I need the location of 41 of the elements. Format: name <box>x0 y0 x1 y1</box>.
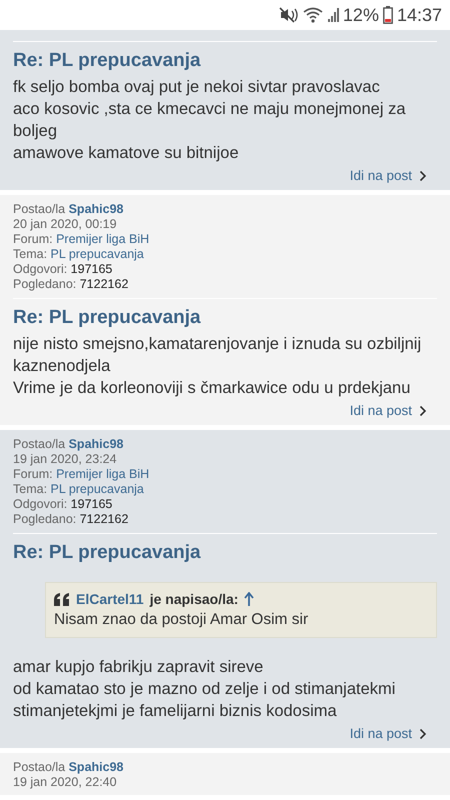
go-to-post-link[interactable]: Idi na post <box>350 168 412 183</box>
post-text: nije nisto smejsno,kamatarenjovanje i iznuda su ozbiljnij kaznenodjela <box>13 334 422 377</box>
forum-line: Forum: Premijer liga BiH <box>13 467 150 482</box>
quote-icon <box>54 592 70 606</box>
signal-icon <box>326 7 339 23</box>
post-title[interactable]: Re: PL prepucavanja <box>13 542 201 564</box>
wifi-icon <box>302 7 323 23</box>
replies-line: Odgovori: 197165 <box>13 497 114 512</box>
quote-text: Nisam znao da postoji Amar Osim sir <box>54 611 310 629</box>
up-arrow-icon[interactable] <box>244 592 254 606</box>
replies-line: Odgovori: 197165 <box>13 262 114 277</box>
author-line: Postao/la Spahic98 <box>13 202 124 217</box>
go-to-post-link[interactable]: Idi na post <box>350 726 412 741</box>
post-text: Vrime je da korleonoviji s čmarkawice odu u prdekjanu <box>13 378 410 399</box>
chevron-right-icon[interactable] <box>419 170 427 182</box>
post-title[interactable]: Re: PL prepucavanja <box>13 307 201 329</box>
battery-icon <box>382 6 393 24</box>
post-date: 19 jan 2020, 22:40 <box>13 775 118 790</box>
mute-icon <box>278 7 299 23</box>
quote-wrote: je napisao/la: <box>150 591 238 607</box>
clock: 14:37 <box>396 4 442 26</box>
author-line: Postao/la Spahic98 <box>13 760 124 775</box>
views-line: Pogledano: 7122162 <box>13 512 130 527</box>
forum-line: Forum: Premijer liga BiH <box>13 232 150 247</box>
chevron-right-icon[interactable] <box>419 404 427 416</box>
post-text: stimanjetekjmi je famelijarni biznis kodosima <box>13 701 337 722</box>
chevron-right-icon[interactable] <box>419 728 427 740</box>
post-text: od kamatao sto je mazno od zelje i od stimanjatekmi <box>13 679 396 700</box>
post-title[interactable]: Re: PL prepucavanja <box>13 50 201 72</box>
topic-line: Tema: PL prepucavanja <box>13 482 145 497</box>
post-text: fk seljo bomba ovaj put je nekoi sivtar pravoslavac <box>13 77 380 98</box>
quote-author[interactable]: ElCartel11 <box>76 591 144 607</box>
views-line: Pogledano: 7122162 <box>13 277 130 292</box>
post-date: 19 jan 2020, 23:24 <box>13 452 118 467</box>
author-line: Postao/la Spahic98 <box>13 437 124 452</box>
go-to-post-link[interactable]: Idi na post <box>350 403 412 418</box>
post-text: amawove kamatove su bitnijoe <box>13 143 239 164</box>
topic-line: Tema: PL prepucavanja <box>13 247 145 262</box>
post-text: amar kupjo fabrikju zapravit sireve <box>13 657 264 678</box>
post-date: 20 jan 2020, 00:19 <box>13 217 118 232</box>
battery-percent: 12% <box>342 4 379 26</box>
